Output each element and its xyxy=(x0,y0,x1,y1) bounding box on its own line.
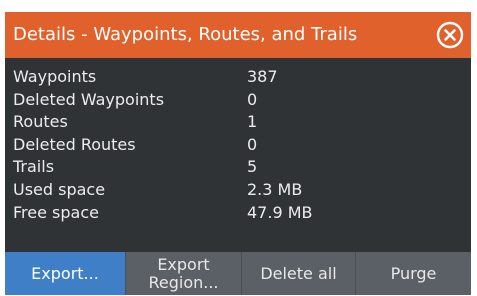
export-region-button-label: Export Region... xyxy=(148,254,219,292)
close-button[interactable] xyxy=(435,20,465,50)
export-region-line1: Export xyxy=(157,254,210,274)
detail-label: Trails xyxy=(13,157,55,177)
detail-label: Free space xyxy=(13,202,99,222)
details-list: Waypoints 387 Deleted Waypoints 0 Routes… xyxy=(5,58,471,223)
export-region-button[interactable]: Export Region... xyxy=(125,252,241,295)
detail-row-used-space: Used space 2.3 MB xyxy=(5,178,471,201)
delete-all-button[interactable]: Delete all xyxy=(241,252,355,295)
export-region-line2: Region... xyxy=(148,272,219,292)
detail-row-free-space: Free space 47.9 MB xyxy=(5,201,471,224)
purge-button[interactable]: Purge xyxy=(355,252,471,295)
export-button[interactable]: Export... xyxy=(5,252,125,295)
action-button-bar: Export... Export Region... Delete all Pu… xyxy=(5,252,471,295)
detail-label: Deleted Routes xyxy=(13,134,136,154)
close-circle-icon xyxy=(435,20,465,50)
detail-row-deleted-routes: Deleted Routes 0 xyxy=(5,133,471,156)
details-dialog: Details - Waypoints, Routes, and Trails … xyxy=(5,12,471,295)
detail-value: 0 xyxy=(247,89,258,109)
delete-all-button-label: Delete all xyxy=(260,263,337,283)
detail-row-waypoints: Waypoints 387 xyxy=(5,65,471,88)
detail-value: 5 xyxy=(247,157,258,177)
detail-value: 1 xyxy=(247,112,258,132)
dialog-titlebar: Details - Waypoints, Routes, and Trails xyxy=(5,12,471,58)
purge-button-label: Purge xyxy=(390,263,437,283)
dialog-title: Details - Waypoints, Routes, and Trails xyxy=(13,24,358,45)
detail-value: 387 xyxy=(247,67,278,86)
detail-label: Waypoints xyxy=(13,67,97,86)
detail-row-deleted-waypoints: Deleted Waypoints 0 xyxy=(5,88,471,111)
detail-label: Used space xyxy=(13,179,106,199)
detail-label: Routes xyxy=(13,112,68,132)
detail-value: 47.9 MB xyxy=(247,202,313,222)
export-button-label: Export... xyxy=(31,263,99,283)
detail-row-routes: Routes 1 xyxy=(5,110,471,133)
detail-value: 0 xyxy=(247,134,258,154)
detail-label: Deleted Waypoints xyxy=(13,89,165,109)
detail-value: 2.3 MB xyxy=(247,179,303,199)
detail-row-trails: Trails 5 xyxy=(5,155,471,178)
